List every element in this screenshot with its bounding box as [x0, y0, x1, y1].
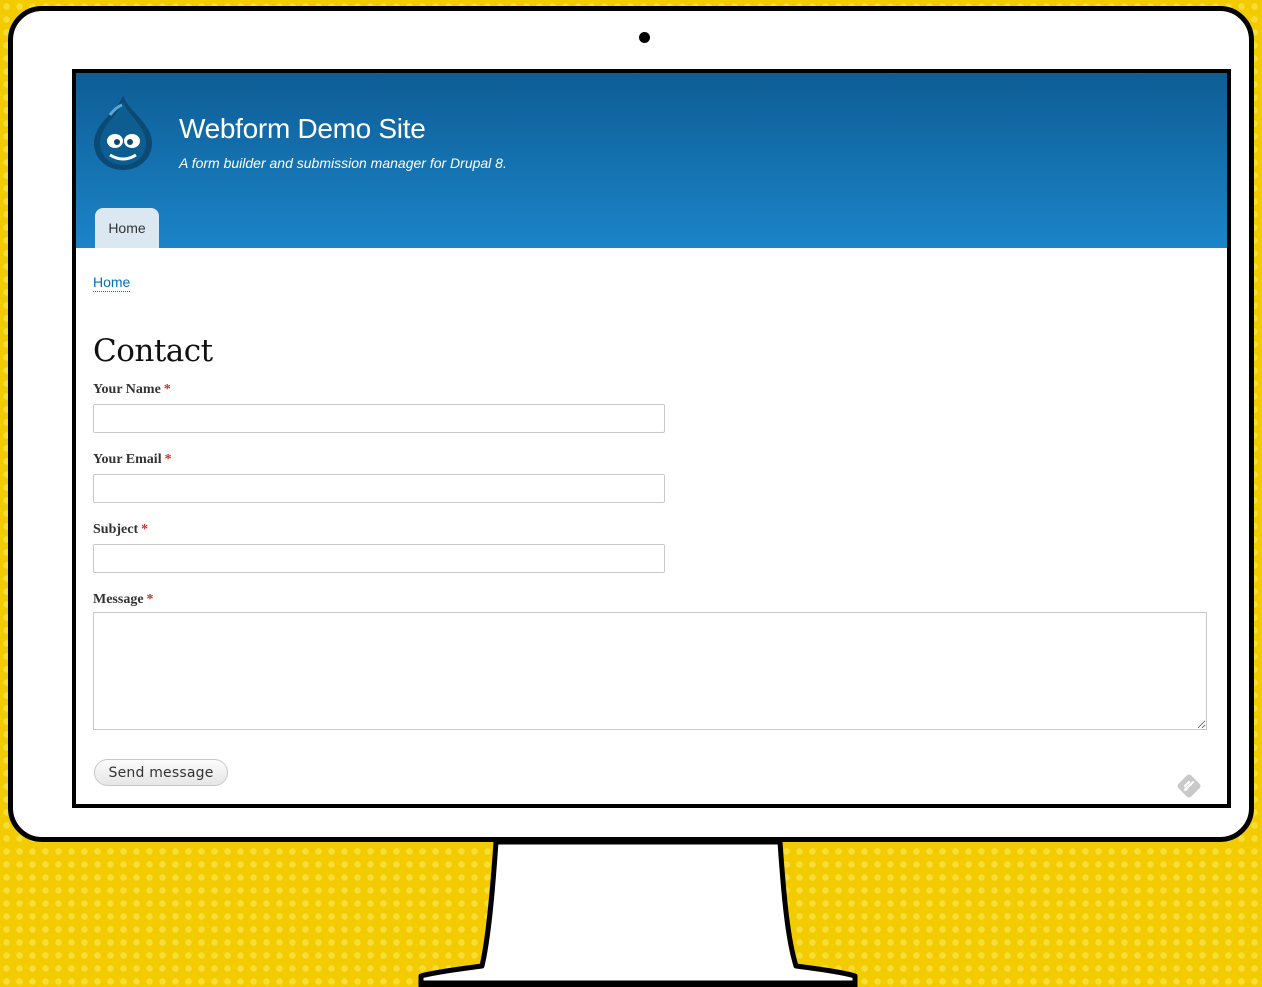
monitor-stand: [418, 839, 858, 987]
